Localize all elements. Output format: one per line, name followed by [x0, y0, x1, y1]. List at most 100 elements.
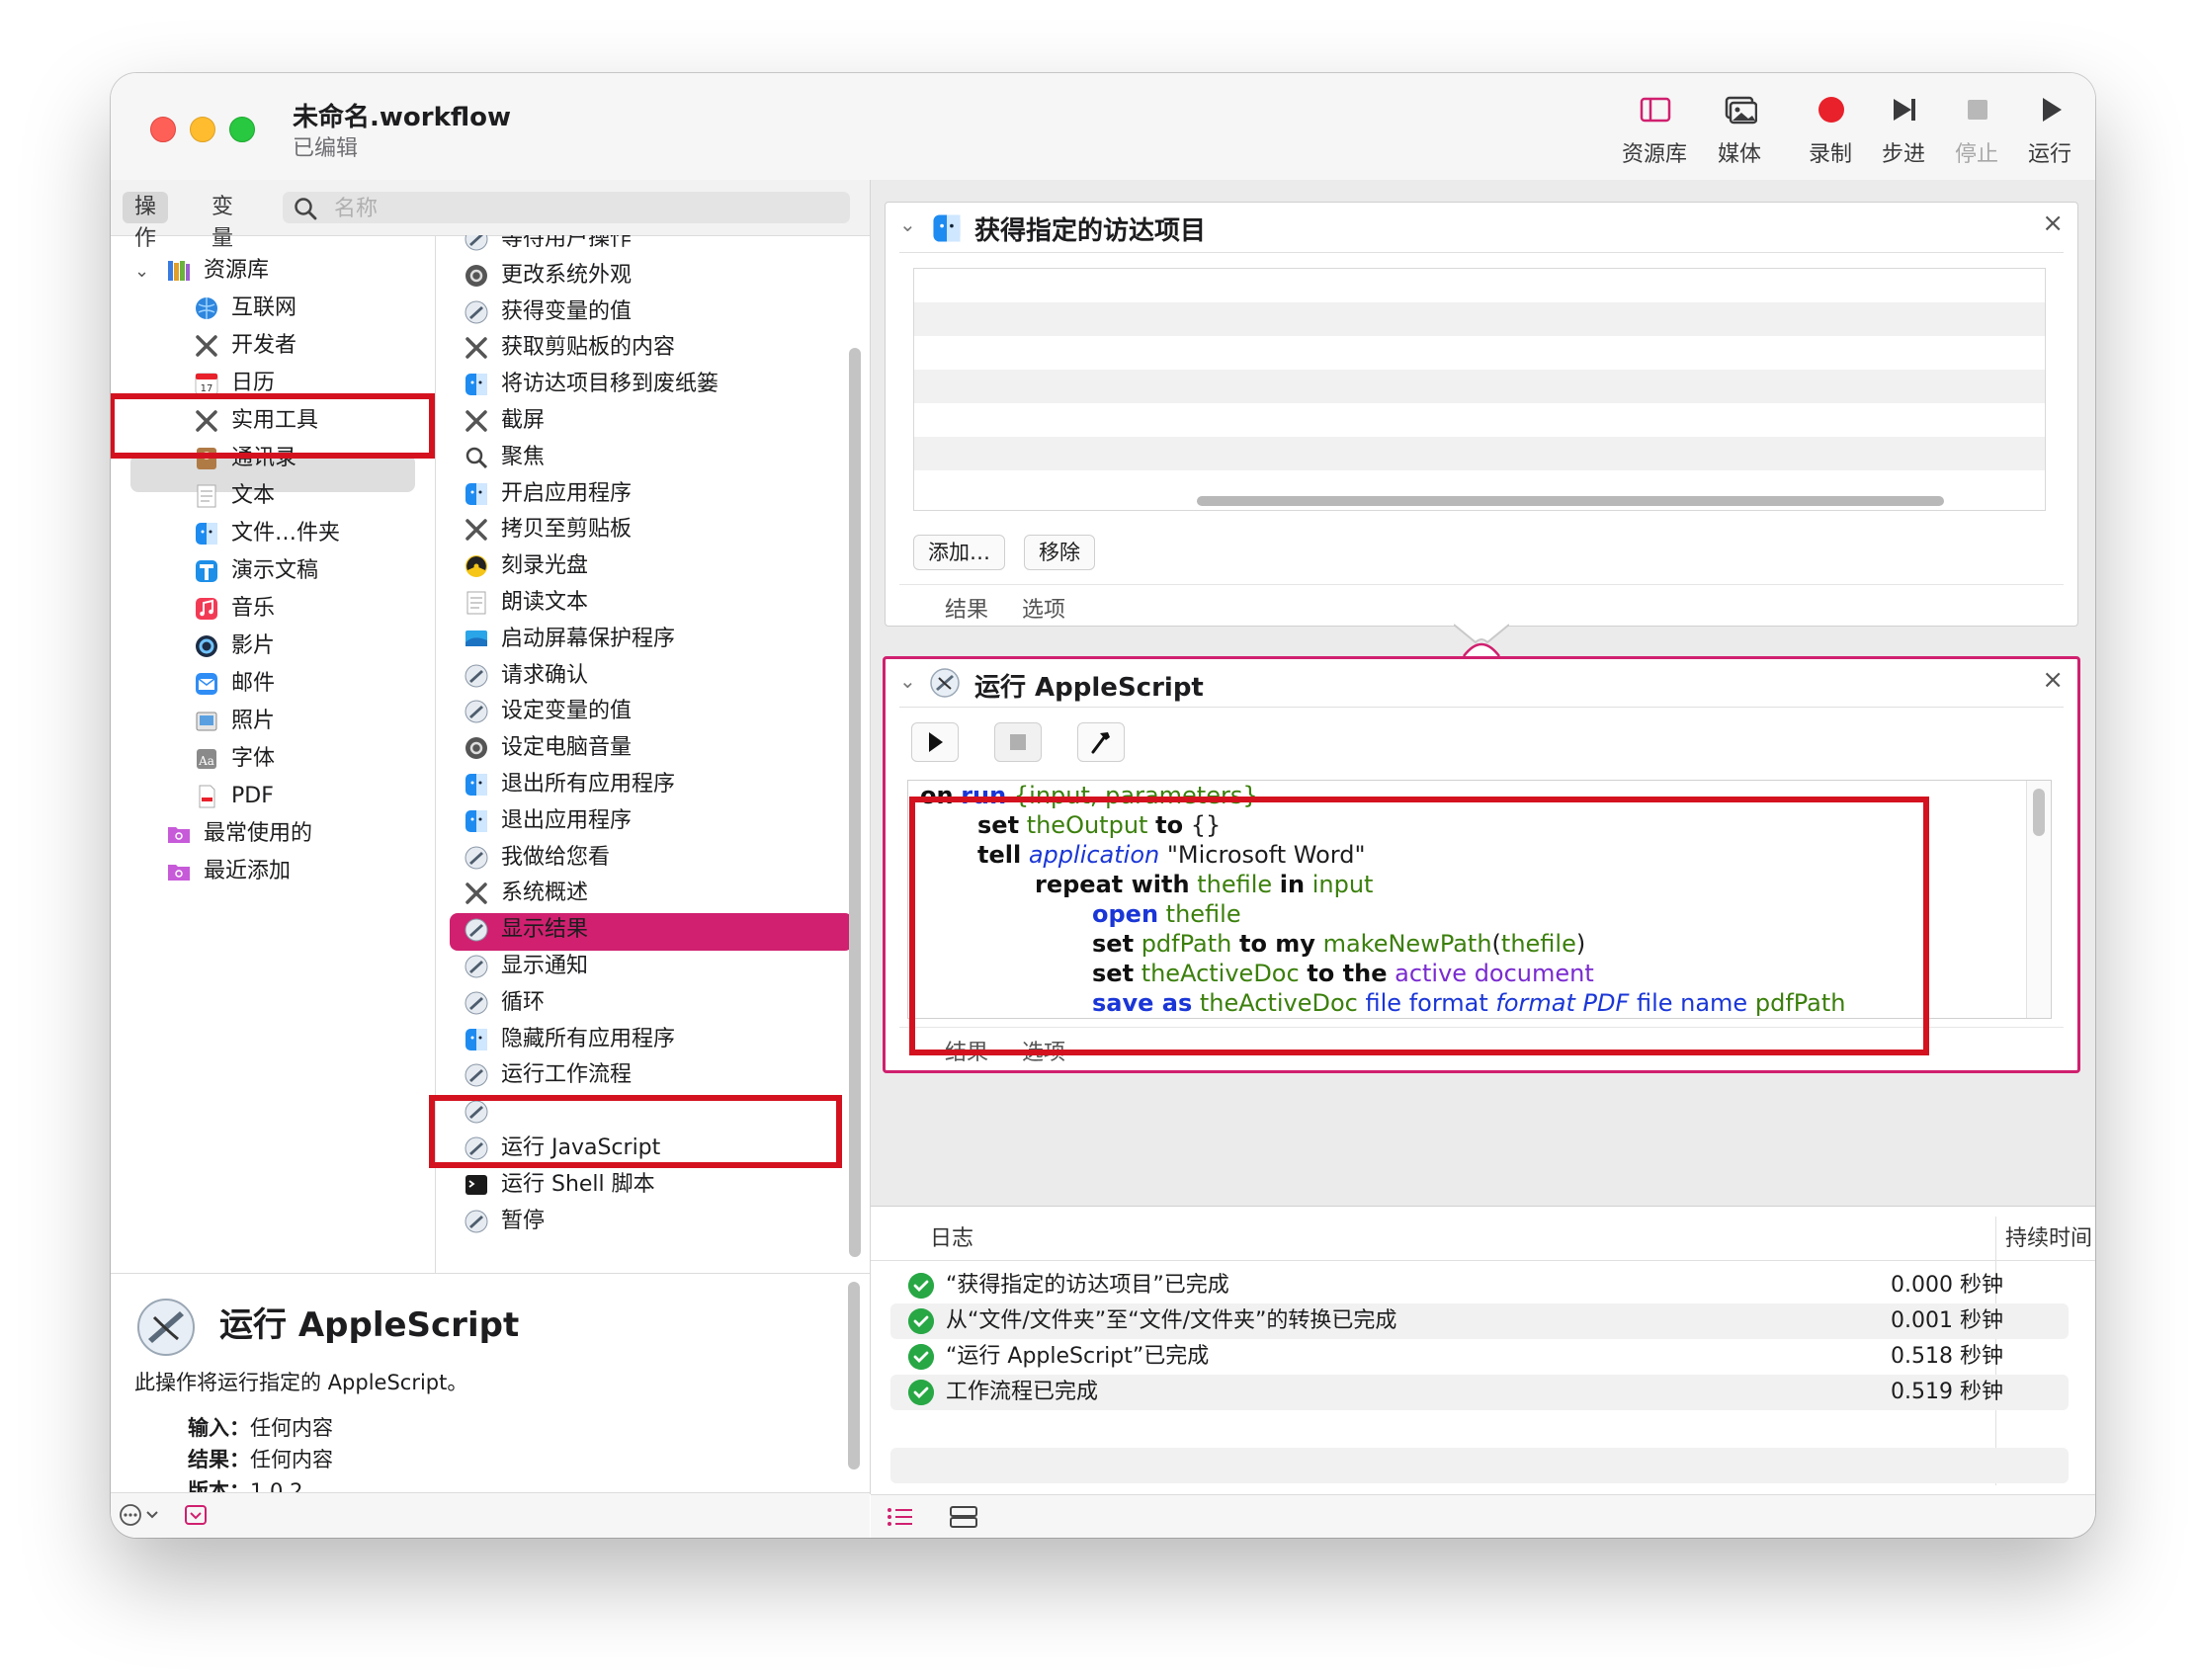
chevron-down-icon[interactable]: ⌄ [899, 212, 916, 236]
keynote-icon [196, 560, 217, 582]
action-item-label: 等待用户操作 [501, 235, 633, 251]
run-toolbar-button[interactable]: 运行 [2010, 93, 2089, 176]
log-duration: 0.518 秒钟 [1891, 1344, 2003, 1369]
log-message: “获得指定的访达项目”已完成 [946, 1273, 1229, 1298]
log-column-header[interactable]: 日志 [930, 1220, 973, 1252]
action-item-label: 显示结果 [501, 917, 589, 943]
actions-scrollbar[interactable] [849, 348, 861, 1257]
quicktime-icon [196, 635, 217, 657]
script-stop-button[interactable] [994, 722, 1042, 762]
stop-toolbar-button[interactable]: 停止 [1937, 93, 2016, 176]
chevron-down-icon[interactable]: ⌄ [899, 669, 916, 693]
search-field[interactable] [283, 192, 850, 225]
text-edit-icon [466, 591, 486, 615]
log-message: 工作流程已完成 [946, 1380, 1099, 1404]
checkmark-icon [908, 1380, 934, 1405]
tab-actions[interactable]: 操作 [123, 192, 169, 251]
automator-icon [465, 918, 488, 942]
media-icon [1725, 96, 1757, 125]
script-compile-button[interactable] [1077, 722, 1125, 762]
action-item-label: 隐藏所有应用程序 [501, 1026, 676, 1051]
action-item-label: 显示通知 [501, 954, 589, 978]
divider [899, 252, 2064, 253]
mail-icon [196, 673, 217, 695]
code-scrollbar[interactable] [2033, 789, 2045, 836]
preview-icon [196, 712, 217, 731]
action-item-label: 系统概述 [501, 881, 589, 906]
sidebar-item-label: 照片 [231, 709, 276, 733]
close-icon[interactable]: × [2042, 209, 2064, 238]
media-toolbar-button[interactable]: 媒体 [1700, 93, 1779, 176]
search-icon [295, 198, 317, 220]
automator-icon [465, 235, 488, 251]
finder-icon [933, 214, 961, 242]
tools-icon [465, 410, 487, 432]
smart-group-label: 最常使用的 [204, 821, 313, 846]
annotation-box-utilities [111, 393, 435, 459]
description-text: 此操作将运行指定的 AppleScript。 [134, 1371, 468, 1394]
action-item-label: 开启应用程序 [501, 480, 633, 506]
tab-results[interactable]: 结果 [945, 592, 988, 624]
divider [871, 1260, 2095, 1261]
action-menu-icon[interactable] [119, 1503, 166, 1527]
input-value: 任何内容 [250, 1416, 333, 1440]
finder-icon [196, 523, 217, 545]
terminal-icon [465, 1174, 487, 1195]
annotation-box-script [909, 797, 1929, 1055]
document-title: 未命名.workflow [293, 103, 512, 132]
library-toolbar-label: 资源库 [1621, 142, 1687, 167]
run-icon [2043, 98, 2062, 122]
chevron-down-icon[interactable]: ⌄ [134, 261, 149, 282]
action-item-label: 请求确认 [501, 662, 589, 688]
log-duration: 0.001 秒钟 [1891, 1308, 2003, 1333]
duration-column-header[interactable]: 持续时间 [2005, 1220, 2092, 1252]
close-icon[interactable]: × [2042, 665, 2064, 695]
add-button[interactable]: 添加… [913, 535, 1005, 570]
step-toolbar-button[interactable]: 步进 [1864, 93, 1943, 176]
input-label: 输入： [188, 1416, 250, 1440]
library-icon [1640, 97, 1671, 123]
action-get-finder-items: ⌄ 获得指定的访达项目 × 添加… 移除 结果 选项 [885, 202, 2078, 627]
tab-options[interactable]: 选项 [1022, 592, 1065, 624]
library-root-label: 资源库 [204, 258, 270, 283]
action-item-label: 将访达项目移到废纸篓 [501, 372, 719, 397]
close-window-button[interactable] [150, 117, 176, 142]
result-value: 任何内容 [250, 1448, 333, 1471]
list-view-icon[interactable] [887, 1505, 914, 1529]
record-toolbar-button[interactable]: 录制 [1791, 93, 1870, 176]
script-run-button[interactable] [911, 722, 959, 762]
script-editor-icon [930, 668, 960, 698]
burn-disc-icon [465, 555, 487, 578]
minimize-window-button[interactable] [190, 117, 215, 142]
library-books-icon [168, 261, 190, 281]
step-icon [1894, 99, 1915, 121]
action-title: 获得指定的访达项目 [974, 216, 1207, 246]
description-title: 运行 AppleScript [219, 1305, 520, 1345]
svg-text:Aa: Aa [198, 754, 214, 768]
sidebar-item-label: 影片 [231, 633, 276, 658]
automator-icon [465, 664, 488, 688]
action-item-label: 朗读文本 [501, 590, 589, 615]
split-view-icon[interactable] [950, 1505, 977, 1529]
action-item-label: 聚焦 [501, 444, 546, 469]
description-toggle-icon[interactable] [184, 1503, 208, 1527]
search-input[interactable] [332, 192, 830, 225]
code-scrollbar-track [2026, 781, 2051, 1018]
result-label: 结果： [188, 1448, 250, 1471]
zoom-window-button[interactable] [229, 117, 255, 142]
description-scrollbar[interactable] [848, 1282, 860, 1470]
hammer-icon [1091, 732, 1110, 754]
sidebar-item-label: 文本 [231, 483, 276, 508]
tab-variables[interactable]: 变量 [200, 192, 245, 251]
log-row: “运行 AppleScript”已完成 0.518 秒钟 [890, 1339, 2069, 1375]
sidebar-item-label: 邮件 [231, 671, 276, 696]
horizontal-scrollbar[interactable] [1197, 496, 1944, 506]
remove-button[interactable]: 移除 [1024, 535, 1095, 570]
play-icon [929, 732, 943, 752]
finder-items-table[interactable] [913, 268, 2046, 511]
sidebar-item-label: 演示文稿 [231, 558, 319, 583]
screensaver-icon [465, 630, 487, 646]
script-editor-icon [137, 1299, 195, 1356]
action-item-label: 更改系统外观 [501, 262, 633, 288]
library-toolbar-button[interactable]: 资源库 [1615, 93, 1694, 176]
